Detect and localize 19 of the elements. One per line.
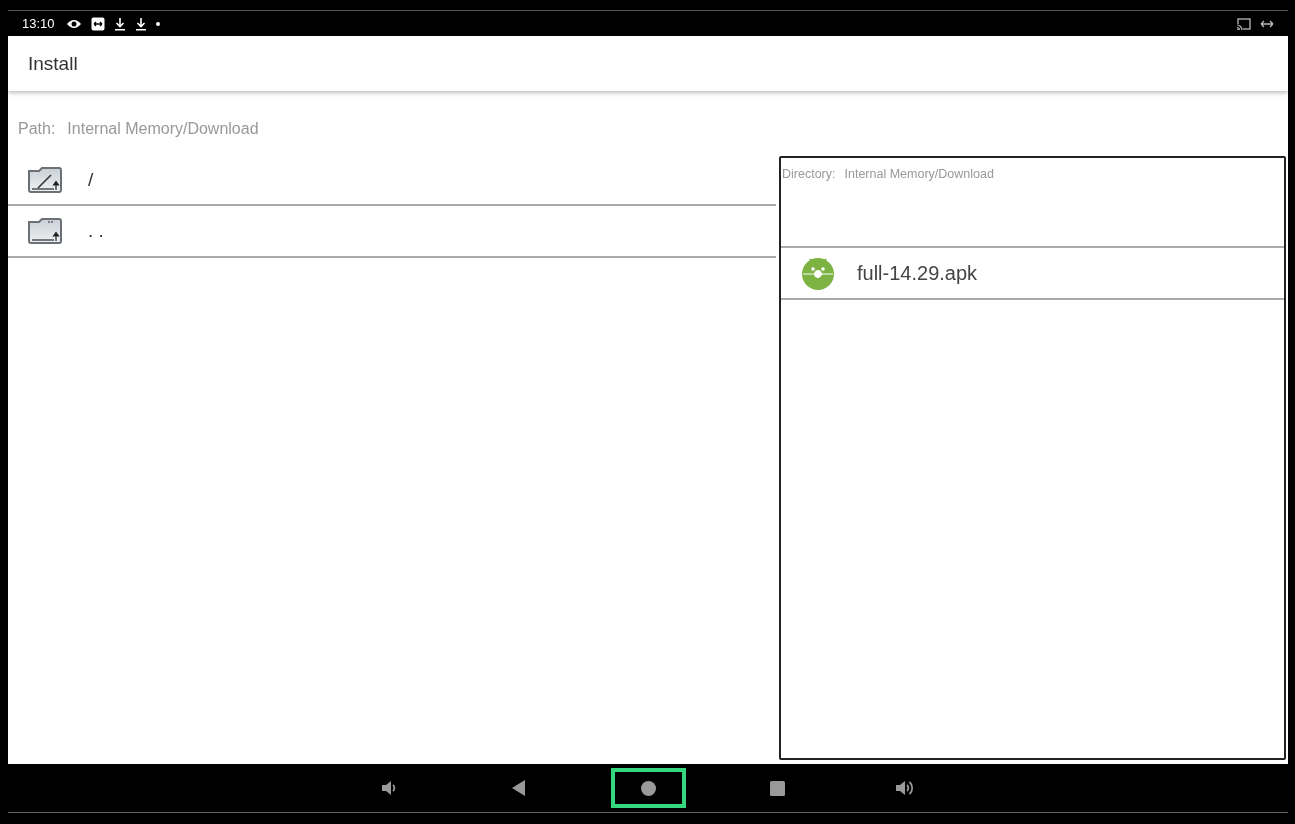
cast-icon <box>1237 17 1251 30</box>
folder-row[interactable]: . . <box>8 206 776 258</box>
left-right-arrow-icon <box>1260 19 1274 28</box>
home-icon[interactable] <box>610 768 686 808</box>
folder-row[interactable]: / <box>8 156 776 206</box>
dot-icon <box>155 21 160 26</box>
path-value: Internal Memory/Download <box>67 119 259 139</box>
download-icon <box>134 16 147 31</box>
folder-icon <box>27 216 63 246</box>
arrows-box-icon <box>90 16 105 31</box>
eye-icon <box>65 17 82 30</box>
directory-label: Directory: <box>782 167 836 183</box>
folder-icon <box>27 165 63 195</box>
directory-value: Internal Memory/Download <box>844 167 994 183</box>
file-row[interactable]: full-14.29.apk <box>781 248 1284 300</box>
status-time: 13:10 <box>22 16 55 31</box>
path-label: Path: <box>18 119 56 139</box>
download-icon <box>113 16 126 31</box>
app-title: Install <box>28 52 78 75</box>
